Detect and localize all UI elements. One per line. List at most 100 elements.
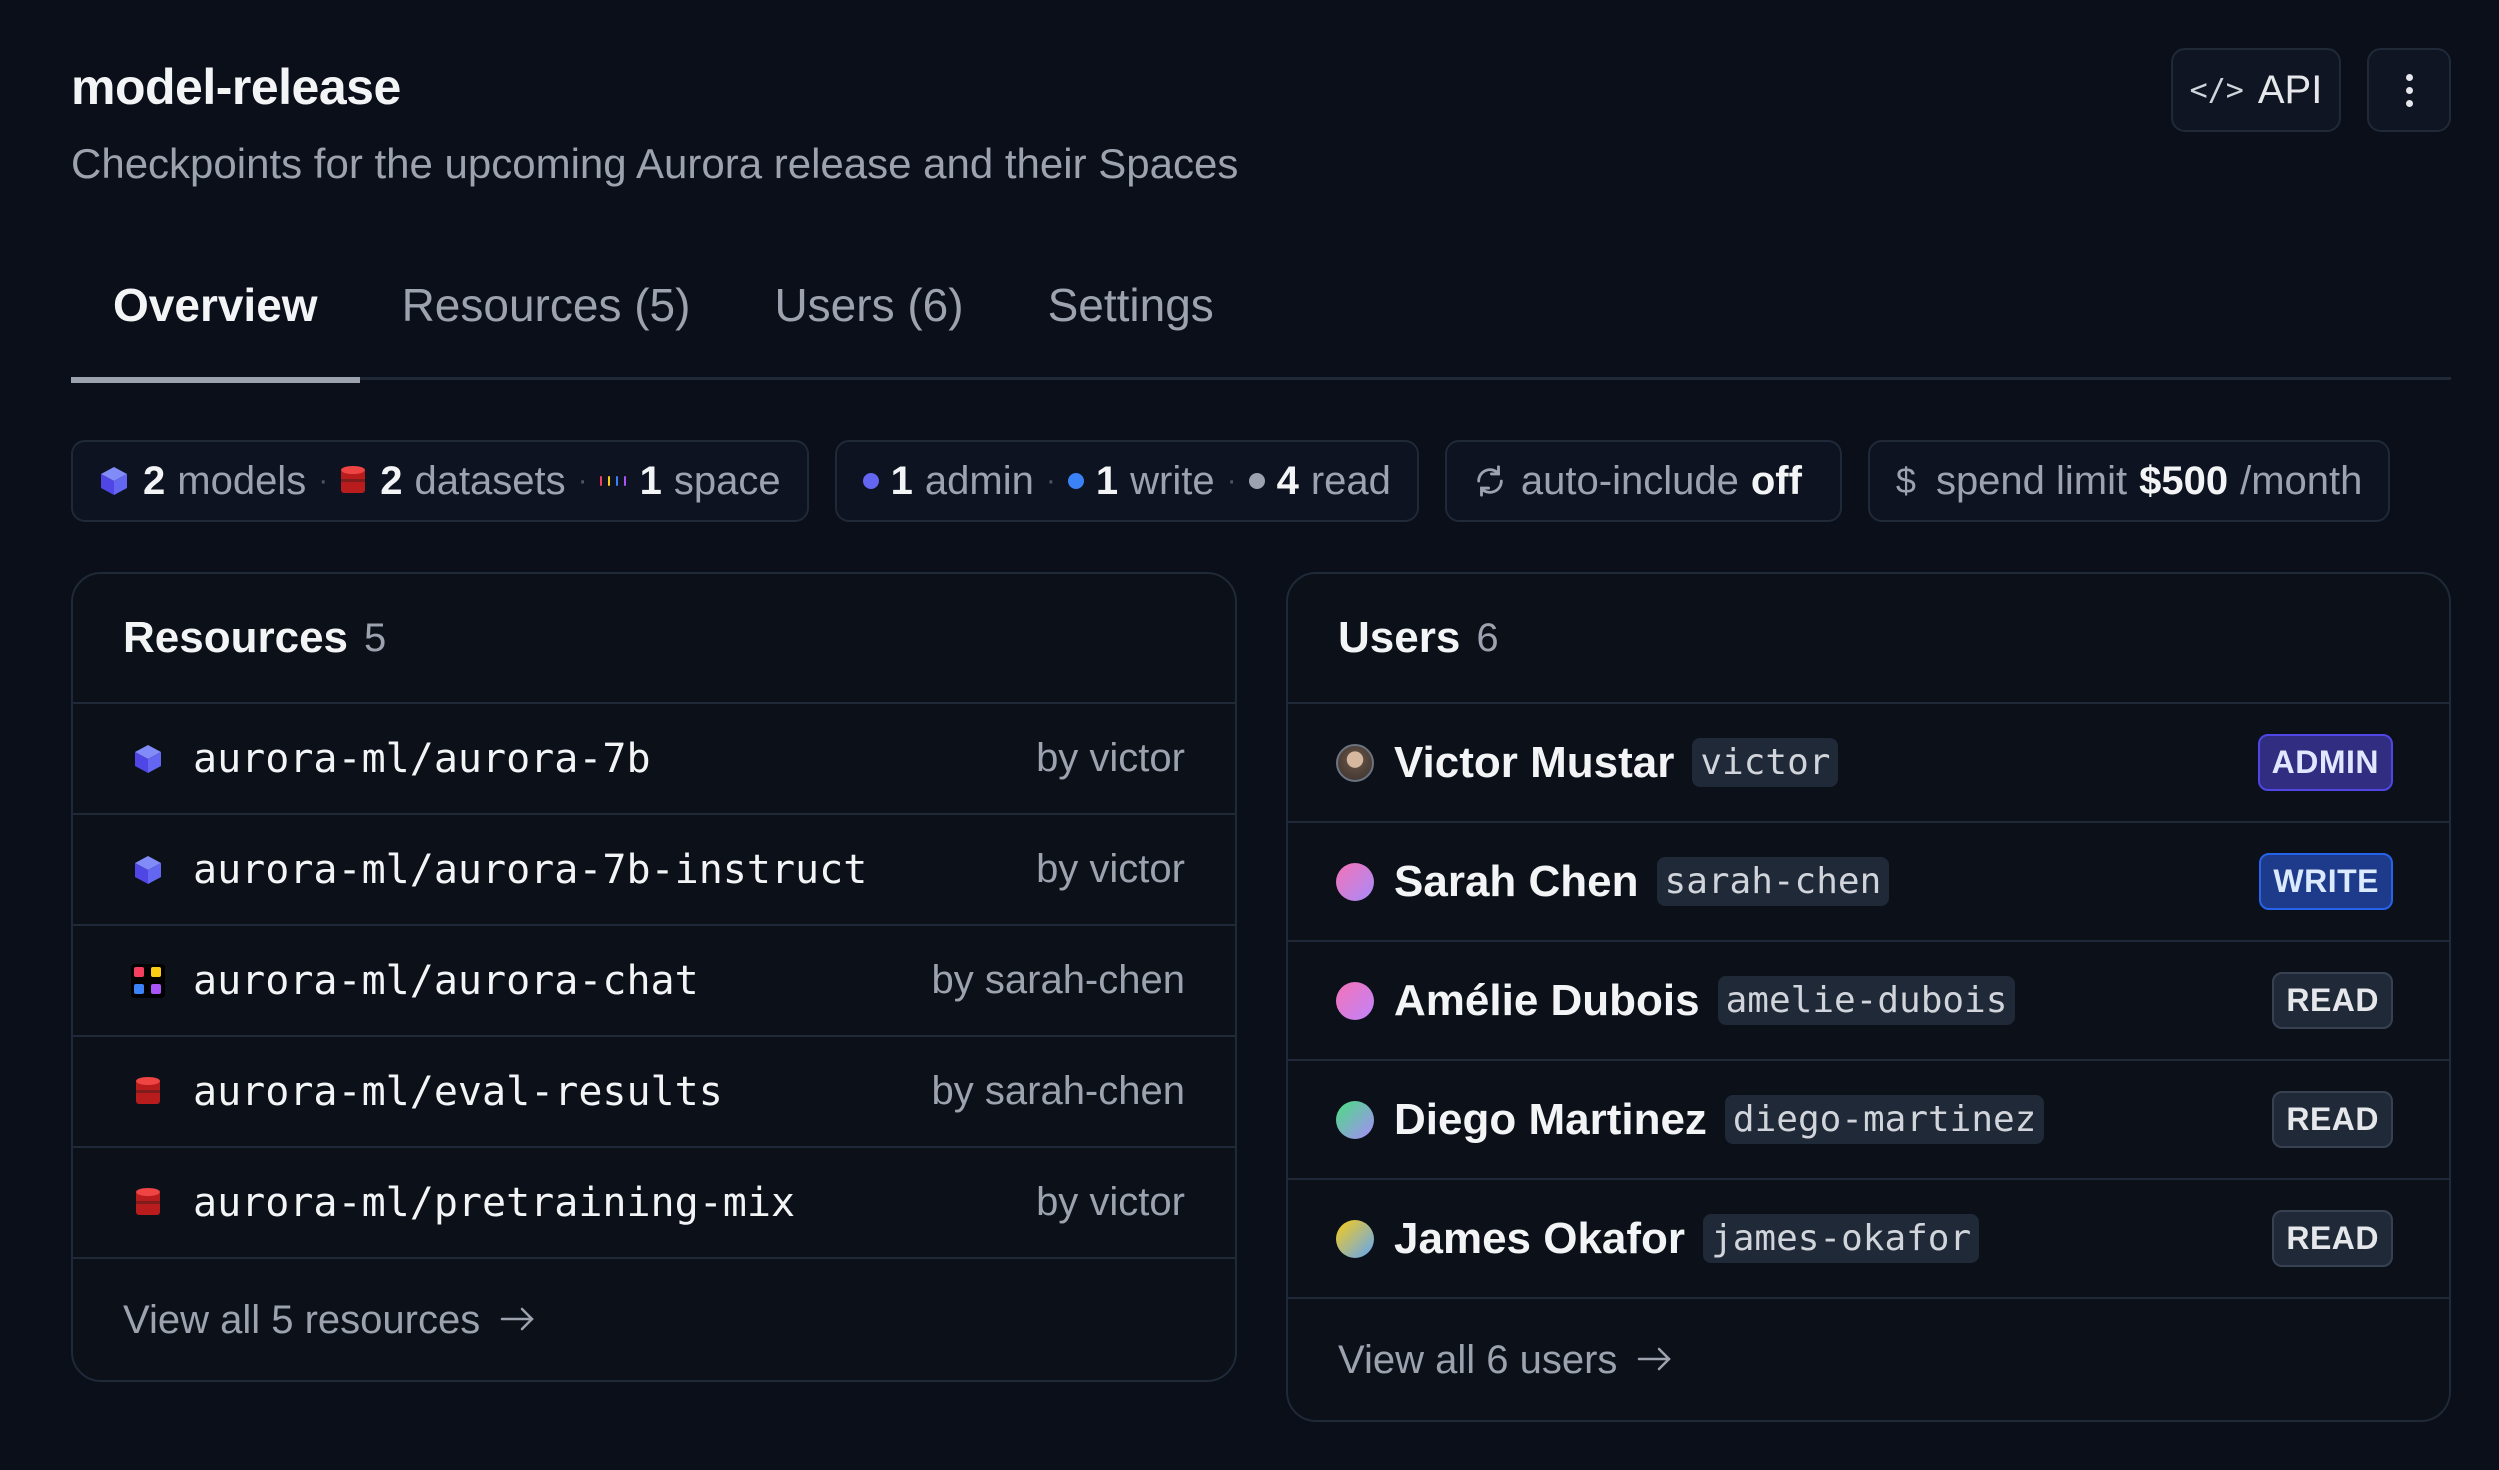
tab-resources[interactable]: Resources (5) (360, 240, 733, 380)
view-all-resources-label: View all 5 resources (123, 1297, 481, 1342)
datasets-count: 2 (380, 458, 403, 503)
user-row[interactable]: Sarah Chen sarah-chen WRITE (1288, 823, 2449, 942)
dataset-icon (125, 1076, 171, 1108)
api-button-label: API (2257, 67, 2323, 112)
role-badge: WRITE (2259, 853, 2393, 910)
model-icon (125, 743, 171, 775)
resource-row[interactable]: aurora-ml/aurora-7b by victor (73, 704, 1235, 815)
resource-row[interactable]: aurora-ml/aurora-7b-instruct by victor (73, 815, 1235, 926)
view-all-users-link[interactable]: View all 6 users (1288, 1299, 2449, 1420)
admin-label: admin (924, 458, 1034, 503)
resources-card-title: Resources (123, 613, 349, 662)
read-dot-icon (1248, 473, 1265, 489)
role-badge: READ (2272, 972, 2393, 1029)
spaces-label: space (673, 458, 781, 503)
avatar (1336, 743, 1374, 782)
more-options-button[interactable] (2367, 48, 2451, 132)
user-row[interactable]: Diego Martinez diego-martinez READ (1288, 1061, 2449, 1180)
avatar (1336, 981, 1374, 1020)
tab-users[interactable]: Users (6) (732, 240, 1005, 380)
resource-owner: by victor (1036, 1180, 1185, 1224)
role-counts-chip: 1 admin · 1 write · 4 read (834, 440, 1419, 522)
resource-owner: by sarah-chen (931, 1069, 1185, 1113)
avatar (1336, 1100, 1374, 1139)
tab-overview[interactable]: Overview (71, 240, 360, 383)
spend-limit-period: /month (2240, 458, 2363, 503)
model-icon (99, 465, 129, 497)
space-icon (125, 963, 171, 998)
user-name[interactable]: Amélie Dubois (1394, 976, 1700, 1026)
datasets-label: datasets (414, 458, 566, 503)
api-button[interactable]: </> API (2171, 48, 2341, 132)
tab-settings[interactable]: Settings (1006, 240, 1256, 380)
user-row[interactable]: James Okafor james-okafor READ (1288, 1180, 2449, 1299)
user-handle: victor (1692, 738, 1839, 787)
users-card: Users 6 Victor Mustar victor ADMIN Sarah… (1286, 572, 2451, 1422)
resources-card: Resources 5 aurora-ml/aurora-7b by victo… (71, 572, 1237, 1382)
models-label: models (177, 458, 307, 503)
user-name[interactable]: Victor Mustar (1394, 738, 1674, 788)
resources-card-header: Resources 5 (73, 574, 1235, 704)
code-icon: </> (2189, 72, 2244, 108)
resource-row[interactable]: aurora-ml/aurora-chat by sarah-chen (73, 926, 1235, 1037)
resource-owner: by victor (1036, 847, 1185, 891)
users-card-header: Users 6 (1288, 574, 2449, 704)
avatar (1336, 1219, 1374, 1258)
user-handle: diego-martinez (1724, 1095, 2045, 1144)
model-icon (125, 854, 171, 886)
space-icon (599, 468, 626, 494)
role-badge: READ (2272, 1091, 2393, 1148)
arrow-right-icon (1637, 1338, 1673, 1383)
spend-limit-chip: $ spend limit $500 /month (1867, 440, 2391, 522)
page-title: model-release (71, 59, 401, 115)
resource-owner: by victor (1036, 736, 1185, 780)
role-badge: READ (2272, 1210, 2393, 1267)
write-dot-icon (1067, 473, 1084, 489)
stats-bar: 2 models · 2 datasets · 1 space 1 admin … (71, 440, 2391, 522)
resource-name[interactable]: aurora-ml/pretraining-mix (193, 1180, 1036, 1226)
user-row[interactable]: Amélie Dubois amelie-dubois READ (1288, 942, 2449, 1061)
spend-limit-value: $500 (2139, 458, 2229, 503)
write-label: write (1130, 458, 1215, 503)
resource-name[interactable]: aurora-ml/eval-results (193, 1069, 932, 1115)
view-all-resources-link[interactable]: View all 5 resources (73, 1259, 1235, 1380)
resource-name[interactable]: aurora-ml/aurora-chat (193, 958, 932, 1004)
view-all-users-label: View all 6 users (1338, 1337, 1618, 1382)
auto-include-label: auto-include (1520, 458, 1739, 503)
auto-include-value: off (1750, 458, 1802, 503)
spend-limit-label: spend limit (1935, 458, 2128, 503)
resources-card-count: 5 (364, 615, 387, 660)
resource-owner: by sarah-chen (931, 958, 1185, 1002)
user-name[interactable]: James Okafor (1394, 1214, 1685, 1264)
user-name[interactable]: Diego Martinez (1394, 1095, 1707, 1145)
spaces-count: 1 (639, 458, 662, 503)
resource-name[interactable]: aurora-ml/aurora-7b (193, 736, 1036, 782)
refresh-icon (1473, 464, 1507, 498)
dataset-icon (125, 1187, 171, 1219)
header-actions: </> API (2171, 48, 2451, 132)
resource-row[interactable]: aurora-ml/pretraining-mix by victor (73, 1148, 1235, 1259)
user-handle: sarah-chen (1656, 857, 1890, 906)
admin-count: 1 (890, 458, 913, 503)
user-handle: amelie-dubois (1717, 976, 2016, 1025)
dataset-icon (340, 465, 366, 497)
resource-counts-chip: 2 models · 2 datasets · 1 space (71, 440, 809, 522)
resource-row[interactable]: aurora-ml/eval-results by sarah-chen (73, 1037, 1235, 1148)
user-name[interactable]: Sarah Chen (1394, 857, 1639, 907)
users-card-title: Users (1338, 613, 1461, 662)
auto-include-chip: auto-include off (1444, 440, 1842, 522)
read-label: read (1310, 458, 1391, 503)
write-count: 1 (1095, 458, 1119, 503)
avatar (1336, 862, 1374, 901)
admin-dot-icon (862, 473, 879, 489)
dollar-icon: $ (1895, 460, 1916, 501)
role-badge: ADMIN (2257, 734, 2393, 791)
resource-name[interactable]: aurora-ml/aurora-7b-instruct (193, 847, 1036, 893)
arrow-right-icon (500, 1298, 536, 1343)
tab-bar: Overview Resources (5) Users (6) Setting… (71, 240, 2451, 383)
kebab-menu-icon (2405, 73, 2413, 107)
read-count: 4 (1276, 458, 1299, 503)
user-handle: james-okafor (1703, 1214, 1980, 1263)
user-row[interactable]: Victor Mustar victor ADMIN (1288, 704, 2449, 823)
page-subtitle: Checkpoints for the upcoming Aurora rele… (71, 140, 1239, 187)
